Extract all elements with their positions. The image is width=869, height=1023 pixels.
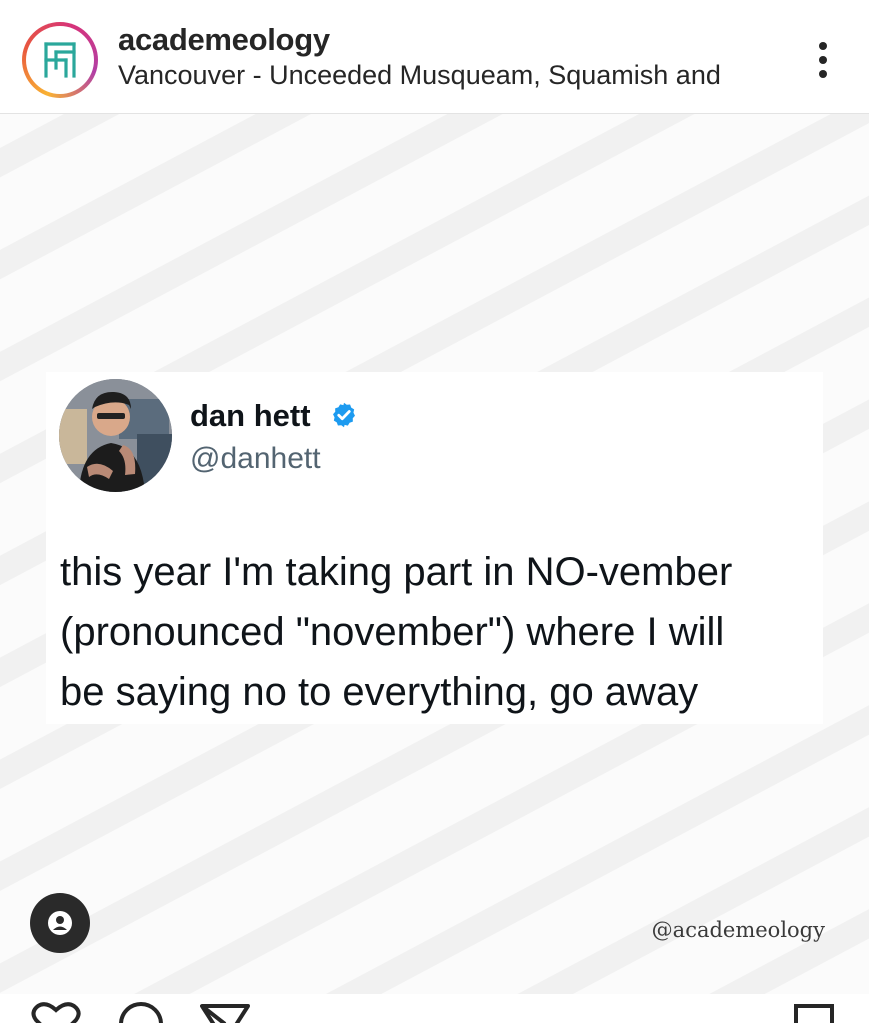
tagged-users-button[interactable] bbox=[30, 893, 90, 953]
tweet-author-name: dan hett bbox=[190, 398, 311, 433]
avatar-logo bbox=[26, 26, 94, 94]
post-action-bar bbox=[0, 994, 869, 1023]
post-header: academeology Vancouver - Unceeded Musque… bbox=[0, 0, 869, 114]
person-photo-icon bbox=[59, 379, 172, 492]
tweet-text: this year I'm taking part in NO-vember (… bbox=[60, 542, 830, 722]
heart-icon[interactable] bbox=[30, 1002, 82, 1023]
profile-avatar[interactable] bbox=[22, 22, 98, 98]
more-vertical-dot bbox=[819, 56, 827, 64]
tweet-author-handle: @danhett bbox=[190, 442, 321, 475]
academeology-logo-icon bbox=[44, 42, 76, 78]
tweet-text-line: this year I'm taking part in NO-vember bbox=[60, 550, 733, 594]
comment-icon[interactable] bbox=[116, 1002, 166, 1023]
user-tag-icon bbox=[48, 911, 72, 935]
tweet-card: dan hett @danhett this year I'm taking p… bbox=[46, 372, 823, 724]
tweet-text-line: (pronounced "november") where I will bbox=[60, 610, 725, 654]
more-vertical-icon bbox=[819, 42, 827, 50]
more-options-button[interactable] bbox=[806, 40, 840, 80]
bookmark-icon[interactable] bbox=[792, 1002, 836, 1023]
tweet-text-line: be saying no to everything, go away bbox=[60, 670, 699, 714]
tweet-avatar bbox=[59, 379, 172, 492]
post-image[interactable]: dan hett @danhett this year I'm taking p… bbox=[0, 114, 869, 994]
instagram-post: academeology Vancouver - Unceeded Musque… bbox=[0, 0, 869, 1023]
watermark-handle: @academeology bbox=[651, 918, 825, 942]
more-vertical-dot bbox=[819, 70, 827, 78]
post-username[interactable]: academeology bbox=[118, 22, 330, 58]
verified-badge-icon bbox=[333, 402, 355, 428]
send-icon[interactable] bbox=[200, 1002, 250, 1023]
post-location[interactable]: Vancouver - Unceeded Musqueam, Squamish … bbox=[118, 60, 721, 91]
